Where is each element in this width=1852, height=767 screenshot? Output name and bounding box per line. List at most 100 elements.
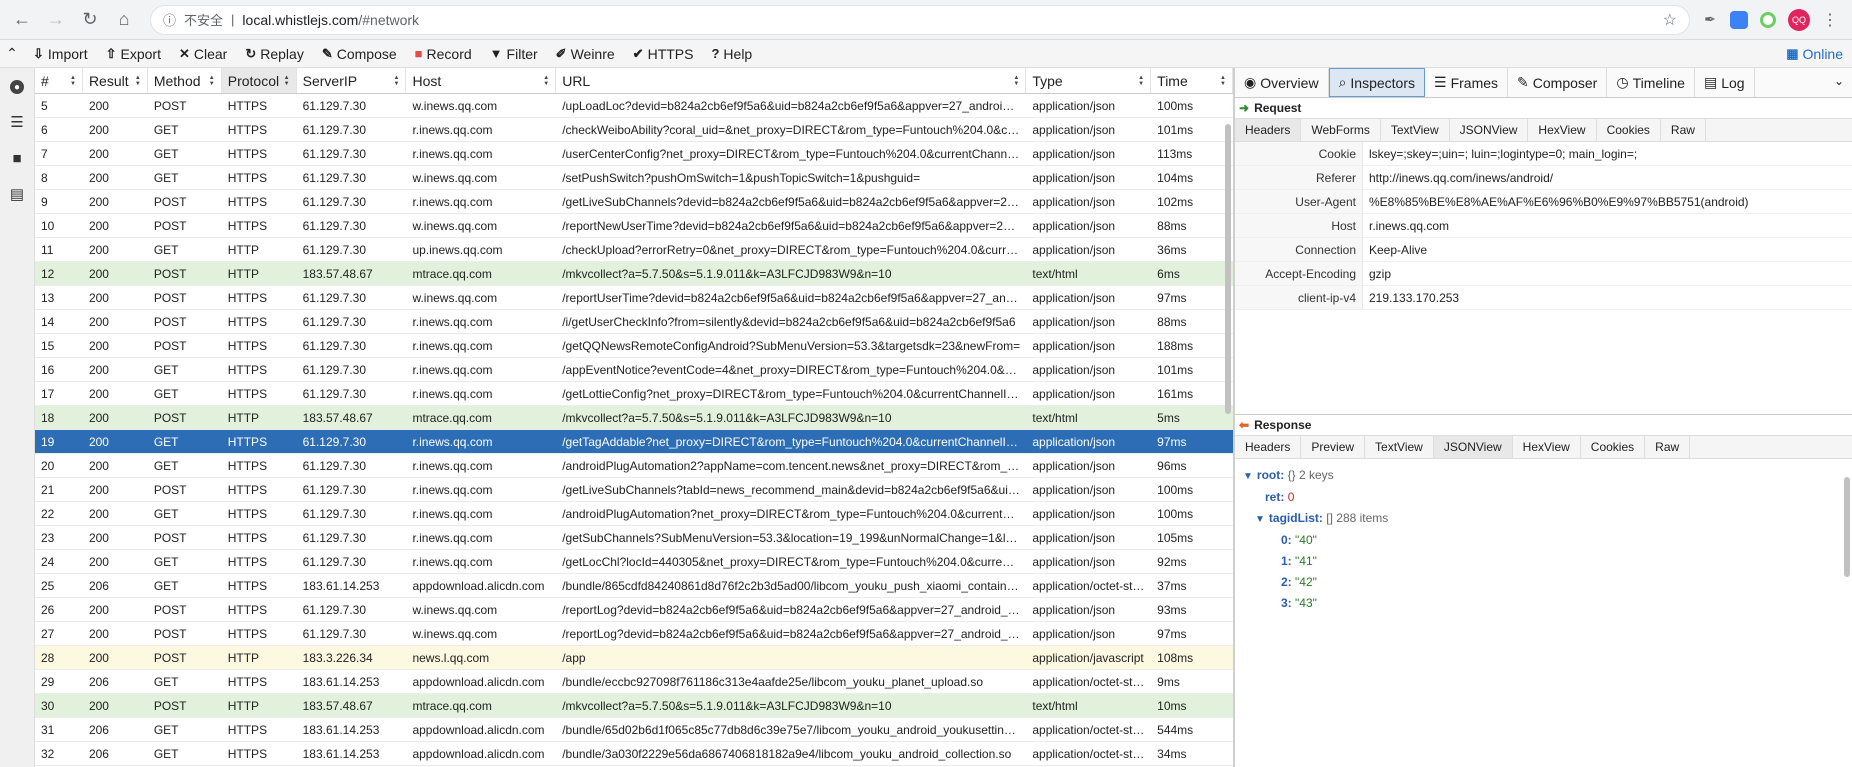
home-icon[interactable]: ⌂ bbox=[110, 6, 138, 34]
bookmark-star-icon[interactable]: ☆ bbox=[1663, 10, 1677, 30]
table-row[interactable]: 30 200 POST HTTP 183.57.48.67 mtrace.qq.com/m… bbox=[35, 694, 1233, 718]
request-subtab-textview[interactable]: TextView bbox=[1381, 119, 1450, 141]
sort-arrows-icon[interactable]: ▲▼ bbox=[135, 75, 141, 87]
table-row[interactable]: 12 200 POST HTTP 183.57.48.67 mtrace.qq.com/m… bbox=[35, 262, 1233, 286]
chevron-down-icon[interactable]: ⌄ bbox=[1834, 74, 1844, 88]
request-subtab-headers[interactable]: Headers bbox=[1235, 119, 1302, 141]
table-row[interactable]: 17 200 GET HTTPS 61.129.7.30 r.inews.qq.com/g… bbox=[35, 382, 1233, 406]
header-value[interactable]: %E8%85%BE%E8%AE%AF%E6%96%B0%E9%97%BB5751… bbox=[1363, 195, 1749, 209]
values-folder-icon[interactable]: ■ bbox=[8, 150, 26, 167]
record-button[interactable]: ■ Record bbox=[406, 40, 481, 67]
request-subtab-hexview[interactable]: HexView bbox=[1528, 119, 1597, 141]
sort-arrows-icon[interactable]: ▲▼ bbox=[1220, 75, 1226, 87]
json-root-node[interactable]: ▼ root: {} 2 keys bbox=[1243, 465, 1844, 487]
response-scroll-thumb[interactable] bbox=[1844, 477, 1850, 577]
column-header-serverip[interactable]: ServerIP ▲▼ bbox=[297, 68, 407, 93]
table-row[interactable]: 6 200 GET HTTPS 61.129.7.30 r.inews.qq.com/ch… bbox=[35, 118, 1233, 142]
tab-timeline[interactable]: ◷ Timeline bbox=[1607, 68, 1695, 97]
tab-overview[interactable]: ◉ Overview bbox=[1235, 68, 1329, 97]
list-scrollbar[interactable] bbox=[1223, 94, 1233, 767]
rules-list-icon[interactable]: ☰ bbox=[8, 114, 26, 131]
reload-icon[interactable]: ↻ bbox=[76, 6, 104, 34]
back-icon[interactable]: ← bbox=[8, 6, 36, 34]
header-value[interactable]: gzip bbox=[1363, 267, 1391, 281]
forward-icon[interactable]: → bbox=[42, 6, 70, 34]
json-taglist-node[interactable]: ▼ tagidList: [] 288 items bbox=[1243, 508, 1844, 530]
triangle-down-icon[interactable]: ▼ bbox=[1243, 471, 1253, 482]
table-row[interactable]: 8 200 GET HTTPS 61.129.7.30 w.inews.qq.com/se… bbox=[35, 166, 1233, 190]
response-subtab-cookies[interactable]: Cookies bbox=[1581, 436, 1646, 458]
header-value[interactable]: r.inews.qq.com bbox=[1363, 219, 1449, 233]
avatar[interactable]: QQ bbox=[1788, 8, 1810, 31]
column-header-url[interactable]: URL ▲▼ bbox=[556, 68, 1027, 93]
table-row[interactable]: 10 200 POST HTTPS 61.129.7.30 w.inews.qq.com /… bbox=[35, 214, 1233, 238]
table-row[interactable]: 28 200 POST HTTP 183.3.226.34 news.l.qq.com/a… bbox=[35, 646, 1233, 670]
request-subtab-cookies[interactable]: Cookies bbox=[1597, 119, 1661, 141]
sort-arrows-icon[interactable]: ▲▼ bbox=[543, 75, 549, 87]
table-row[interactable]: 24 200 GET HTTPS 61.129.7.30 r.inews.qq.com/g… bbox=[35, 550, 1233, 574]
tab-inspectors[interactable]: ⌕ Inspectors bbox=[1328, 68, 1426, 97]
table-row[interactable]: 14 200 POST HTTPS 61.129.7.30 r.inews.qq.com /… bbox=[35, 310, 1233, 334]
response-subtab-hexview[interactable]: HexView bbox=[1513, 436, 1581, 458]
sort-arrows-icon[interactable]: ▲▼ bbox=[70, 75, 76, 87]
request-subtab-webforms[interactable]: WebForms bbox=[1301, 119, 1381, 141]
clear-button[interactable]: ✕ Clear bbox=[170, 40, 236, 67]
response-subtab-textview[interactable]: TextView bbox=[1365, 436, 1434, 458]
table-row[interactable]: 19 200 GET HTTPS 61.129.7.30 r.inews.qq.com/g… bbox=[35, 430, 1233, 454]
table-row[interactable]: 15 200 POST HTTPS 61.129.7.30 r.inews.qq.com /… bbox=[35, 334, 1233, 358]
tab-frames[interactable]: ☰ Frames bbox=[1425, 68, 1509, 97]
network-globe-icon[interactable]: ● bbox=[10, 80, 24, 94]
export-button[interactable]: ⇧ Export bbox=[97, 40, 170, 67]
column-header-method[interactable]: Method ▲▼ bbox=[148, 68, 222, 93]
column-header-type[interactable]: Type ▲▼ bbox=[1026, 68, 1152, 93]
response-subtab-preview[interactable]: Preview bbox=[1301, 436, 1366, 458]
table-row[interactable]: 27 200 POST HTTPS 61.129.7.30 w.inews.qq.com /… bbox=[35, 622, 1233, 646]
import-button[interactable]: ⇩ Import bbox=[24, 40, 97, 67]
sort-arrows-icon[interactable]: ▲▼ bbox=[284, 75, 290, 87]
table-row[interactable]: 20 200 GET HTTPS 61.129.7.30 r.inews.qq.com/a… bbox=[35, 454, 1233, 478]
tab-composer[interactable]: ✎ Composer bbox=[1508, 68, 1608, 97]
plugins-doc-icon[interactable]: ▤ bbox=[8, 186, 26, 203]
menu-kebab-icon[interactable]: ⋮ bbox=[1816, 6, 1844, 34]
header-value[interactable]: http://inews.qq.com/inews/android/ bbox=[1363, 171, 1553, 185]
extension-blue-icon[interactable] bbox=[1730, 10, 1748, 29]
table-row[interactable]: 29 206 GET HTTPS 183.61.14.253 appdownload.al… bbox=[35, 670, 1233, 694]
table-row[interactable]: 22 200 GET HTTPS 61.129.7.30 r.inews.qq.com/a… bbox=[35, 502, 1233, 526]
header-value[interactable]: 219.133.170.253 bbox=[1363, 291, 1459, 305]
response-subtab-headers[interactable]: Headers bbox=[1235, 436, 1302, 458]
header-value[interactable]: Keep-Alive bbox=[1363, 243, 1427, 257]
sort-arrows-icon[interactable]: ▲▼ bbox=[209, 75, 215, 87]
response-subtab-jsonview[interactable]: JSONView bbox=[1433, 436, 1513, 458]
tab-log[interactable]: ▤ Log bbox=[1695, 68, 1755, 97]
replay-button[interactable]: ↻ Replay bbox=[236, 40, 313, 67]
request-subtab-raw[interactable]: Raw bbox=[1661, 119, 1706, 141]
address-bar[interactable]: ⓘ 不安全 | local.whistlejs.com/#network ☆ bbox=[150, 4, 1690, 35]
request-subtab-jsonview[interactable]: JSONView bbox=[1450, 119, 1529, 141]
column-header-host[interactable]: Host ▲▼ bbox=[406, 68, 557, 93]
table-row[interactable]: 11 200 GET HTTP 61.129.7.30 up.inews.qq.com/c… bbox=[35, 238, 1233, 262]
table-row[interactable]: 23 200 POST HTTPS 61.129.7.30 r.inews.qq.com /… bbox=[35, 526, 1233, 550]
table-row[interactable]: 21 200 POST HTTPS 61.129.7.30 r.inews.qq.com /… bbox=[35, 478, 1233, 502]
weinre-button[interactable]: ✐ Weinre bbox=[547, 40, 624, 67]
help-button[interactable]: ? Help bbox=[702, 40, 761, 67]
response-subtab-raw[interactable]: Raw bbox=[1645, 436, 1691, 458]
collapse-icon[interactable]: ⌃ bbox=[0, 40, 24, 67]
column-header-result[interactable]: Result ▲▼ bbox=[83, 68, 148, 93]
info-icon[interactable]: ⓘ bbox=[163, 10, 176, 29]
table-row[interactable]: 5 200 POST HTTPS 61.129.7.30 w.inews.qq.com/u… bbox=[35, 94, 1233, 118]
url-text[interactable]: local.whistlejs.com/#network bbox=[242, 12, 419, 28]
list-scroll-thumb[interactable] bbox=[1225, 124, 1231, 414]
filter-button[interactable]: ▼ Filter bbox=[481, 40, 547, 67]
table-row[interactable]: 26 200 POST HTTPS 61.129.7.30 w.inews.qq.com /… bbox=[35, 598, 1233, 622]
table-row[interactable]: 25 206 GET HTTPS 183.61.14.253 appdownload.al… bbox=[35, 574, 1233, 598]
sort-arrows-icon[interactable]: ▲▼ bbox=[1138, 75, 1144, 87]
column-header-time[interactable]: Time ▲▼ bbox=[1151, 68, 1233, 93]
online-button[interactable]: ▦ Online bbox=[1777, 40, 1852, 67]
table-row[interactable]: 32 206 GET HTTPS 183.61.14.253 appdownload.al… bbox=[35, 742, 1233, 766]
triangle-down-icon[interactable]: ▼ bbox=[1255, 514, 1265, 525]
column-header-num[interactable]: # ▲▼ bbox=[35, 68, 83, 93]
extension-pen-icon[interactable]: ✒ bbox=[1696, 6, 1724, 34]
table-row[interactable]: 9 200 POST HTTPS 61.129.7.30 r.inews.qq.com/g… bbox=[35, 190, 1233, 214]
table-row[interactable]: 18 200 POST HTTP 183.57.48.67 mtrace.qq.com/m… bbox=[35, 406, 1233, 430]
compose-button[interactable]: ✎ Compose bbox=[313, 40, 406, 67]
